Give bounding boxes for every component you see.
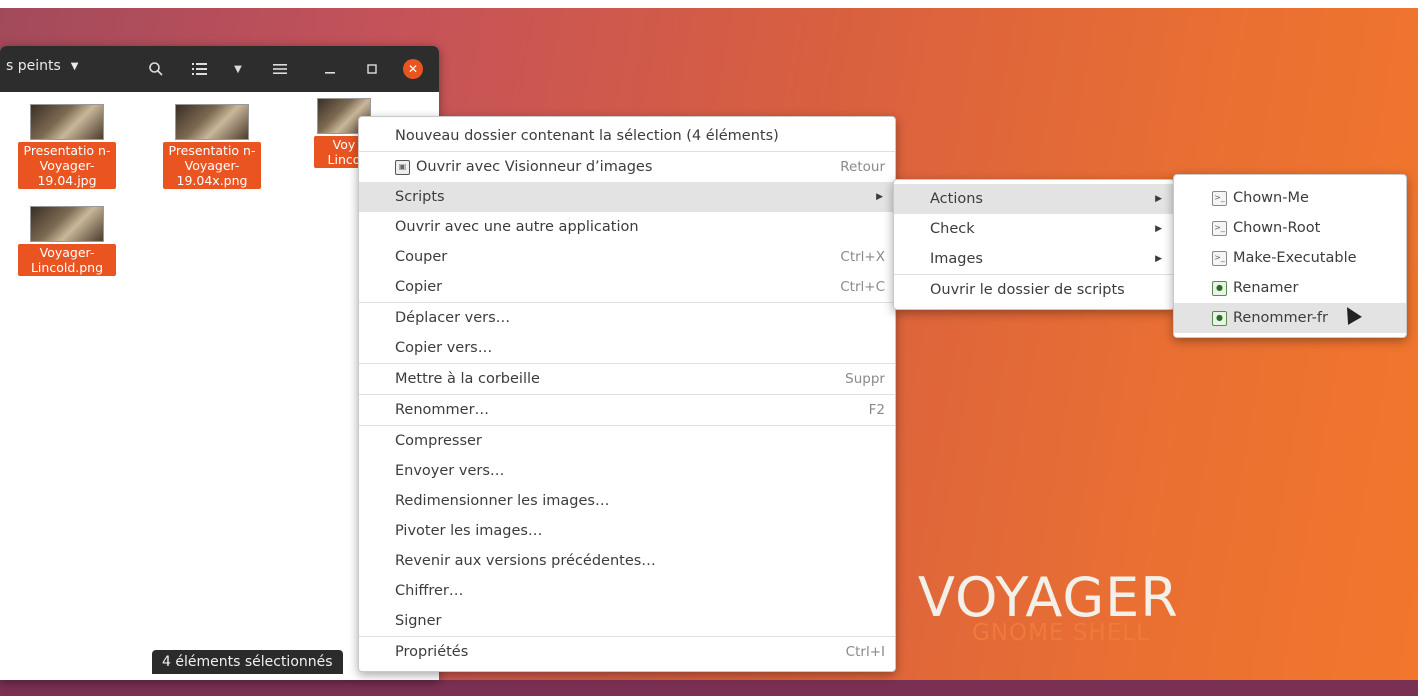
menu-accel: Ctrl+I <box>845 644 885 660</box>
python-file-icon: ● <box>1212 280 1227 296</box>
header-bar: s peints ▼ ▼ ✕ <box>0 46 439 92</box>
submenu-item-renamer[interactable]: ● Renamer <box>1174 273 1406 303</box>
submenu-arrow-icon: ▶ <box>1155 224 1162 234</box>
menu-item-sign[interactable]: Signer <box>359 606 895 636</box>
context-menu: Nouveau dossier contenant la sélection (… <box>358 116 896 672</box>
script-file-icon: >_ <box>1212 190 1227 206</box>
file-item[interactable]: Presentatio n-Voyager- 19.04.jpg <box>18 104 116 189</box>
submenu-item-make-executable[interactable]: >_ Make-Executable <box>1174 243 1406 273</box>
image-viewer-icon: ▣ <box>395 159 410 175</box>
top-panel <box>0 0 1418 8</box>
menu-item-cut[interactable]: Couper Ctrl+X <box>359 242 895 272</box>
menu-item-rotate-images[interactable]: Pivoter les images… <box>359 516 895 546</box>
file-name: Presentatio n-Voyager- 19.04.jpg <box>18 142 116 189</box>
submenu-item-images[interactable]: Images ▶ <box>894 244 1174 274</box>
maximize-icon[interactable] <box>360 58 384 80</box>
menu-item-revert-versions[interactable]: Revenir aux versions précédentes… <box>359 546 895 576</box>
submenu-item-chown-root[interactable]: >_ Chown-Root <box>1174 213 1406 243</box>
submenu-arrow-icon: ▶ <box>1155 194 1162 204</box>
python-file-icon: ● <box>1212 310 1227 326</box>
file-item[interactable]: Presentatio n-Voyager- 19.04x.png <box>163 104 261 189</box>
menu-item-scripts[interactable]: Scripts ▶ <box>359 182 895 212</box>
image-thumbnail <box>30 206 104 242</box>
menu-item-copy[interactable]: Copier Ctrl+C <box>359 272 895 302</box>
wallpaper-subtitle: GNOME SHELL <box>972 620 1150 646</box>
dock-area <box>0 680 1418 696</box>
menu-item-resize-images[interactable]: Redimensionner les images… <box>359 486 895 516</box>
hamburger-menu-icon[interactable] <box>268 58 292 80</box>
script-file-icon: >_ <box>1212 250 1227 266</box>
menu-item-rename[interactable]: Renommer… F2 <box>359 395 895 425</box>
menu-item-properties[interactable]: Propriétés Ctrl+I <box>359 637 895 667</box>
chevron-down-icon: ▼ <box>70 60 79 72</box>
actions-submenu: >_ Chown-Me >_ Chown-Root >_ Make-Execut… <box>1173 174 1407 338</box>
list-view-icon[interactable] <box>188 58 212 80</box>
submenu-item-open-scripts-folder[interactable]: Ouvrir le dossier de scripts <box>894 275 1174 305</box>
menu-item-send-to[interactable]: Envoyer vers… <box>359 456 895 486</box>
selection-status: 4 éléments sélectionnés <box>152 650 343 674</box>
view-options-chevron-icon[interactable]: ▼ <box>226 58 250 80</box>
menu-accel: F2 <box>868 402 885 418</box>
menu-item-open-with-other-app[interactable]: Ouvrir avec une autre application <box>359 212 895 242</box>
menu-accel: Ctrl+C <box>840 279 885 295</box>
submenu-item-chown-me[interactable]: >_ Chown-Me <box>1174 183 1406 213</box>
submenu-arrow-icon: ▶ <box>1155 254 1162 264</box>
menu-item-copy-to[interactable]: Copier vers… <box>359 333 895 363</box>
menu-accel: Retour <box>840 159 885 175</box>
search-icon[interactable] <box>144 58 168 80</box>
minimize-icon[interactable] <box>318 58 342 80</box>
image-thumbnail <box>175 104 249 140</box>
menu-accel: Suppr <box>845 371 885 387</box>
submenu-arrow-icon: ▶ <box>876 192 883 202</box>
submenu-item-check[interactable]: Check ▶ <box>894 214 1174 244</box>
menu-item-new-folder-with-selection[interactable]: Nouveau dossier contenant la sélection (… <box>359 121 895 151</box>
file-name: Presentatio n-Voyager- 19.04x.png <box>163 142 261 189</box>
image-thumbnail <box>30 104 104 140</box>
submenu-item-renommer-fr[interactable]: ● Renommer-fr <box>1174 303 1406 333</box>
menu-item-encrypt[interactable]: Chiffrer… <box>359 576 895 606</box>
scripts-submenu: Actions ▶ Check ▶ Images ▶ Ouvrir le dos… <box>893 179 1175 310</box>
menu-item-open-with-image-viewer[interactable]: ▣ Ouvrir avec Visionneur d’images Retour <box>359 152 895 182</box>
menu-item-compress[interactable]: Compresser <box>359 426 895 456</box>
file-name: Voyager- Lincold.png <box>18 244 116 276</box>
menu-accel: Ctrl+X <box>840 249 885 265</box>
menu-item-move-to[interactable]: Déplacer vers… <box>359 303 895 333</box>
script-file-icon: >_ <box>1212 220 1227 236</box>
file-item[interactable]: Voyager- Lincold.png <box>18 206 116 276</box>
path-label: s peints <box>6 58 61 74</box>
path-bar-button[interactable]: s peints ▼ <box>6 58 79 74</box>
close-icon[interactable]: ✕ <box>403 59 423 79</box>
menu-item-move-to-trash[interactable]: Mettre à la corbeille Suppr <box>359 364 895 394</box>
submenu-item-actions[interactable]: Actions ▶ <box>894 184 1174 214</box>
